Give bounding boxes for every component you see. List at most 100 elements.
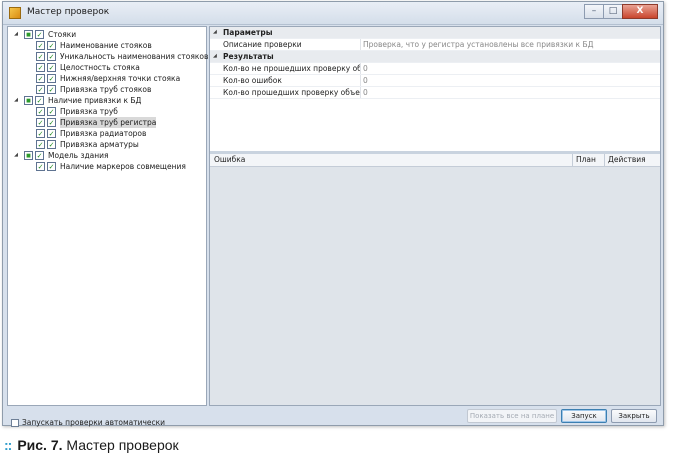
category-label: Параметры xyxy=(223,28,273,37)
auto-run-checkbox[interactable]: Запускать проверки автоматически xyxy=(11,412,165,431)
tree-checkbox[interactable]: ✓ xyxy=(47,140,56,149)
property-row[interactable]: Кол-во не прошедших проверку об... 0 xyxy=(210,63,660,75)
tree-item-node[interactable]: ✓ ✓ Привязка радиаторов xyxy=(8,128,206,139)
tree-group-node[interactable]: ◢ ■ ✓ Модель здания xyxy=(8,150,206,161)
tree-group-node[interactable]: ◢ ■ ✓ Наличие привязки к БД xyxy=(8,95,206,106)
tree-checkbox[interactable]: ✓ xyxy=(36,107,45,116)
property-row[interactable]: Кол-во ошибок 0 xyxy=(210,75,660,87)
caption-bullet-icon: :: xyxy=(4,437,12,453)
tree-node-label: Привязка труб стояков xyxy=(60,85,152,94)
category-label: Результаты xyxy=(223,52,274,61)
show-all-on-plan-button[interactable]: Показать все на плане xyxy=(467,409,557,423)
property-grid: ◢ Параметры Описание проверки Проверка, … xyxy=(210,27,660,151)
expand-triangle-icon[interactable]: ◢ xyxy=(12,95,20,106)
tree-node-label: Наличие маркеров совмещения xyxy=(60,162,186,171)
tree-node-label: Целостность стояка xyxy=(60,63,140,72)
tristate-checkbox-icon[interactable]: ■ xyxy=(24,151,33,160)
property-value: 0 xyxy=(363,64,368,73)
tree-checkbox[interactable]: ✓ xyxy=(36,118,45,127)
tree-node-label: Уникальность наименования стояков xyxy=(60,52,209,61)
collapse-triangle-icon[interactable]: ◢ xyxy=(213,27,217,38)
close-button[interactable]: Закрыть xyxy=(611,409,657,423)
tree-checkbox[interactable]: ✓ xyxy=(36,41,45,50)
tree-checkbox[interactable]: ✓ xyxy=(35,30,44,39)
tree-node-label: Нижняя/верхняя точки стояка xyxy=(60,74,181,83)
tree-item-node[interactable]: ✓ ✓ Наличие маркеров совмещения xyxy=(8,161,206,172)
tree-item-node[interactable]: ✓ ✓ Целостность стояка xyxy=(8,62,206,73)
tree-checkbox[interactable]: ✓ xyxy=(47,162,56,171)
tree-checkbox[interactable]: ✓ xyxy=(35,151,44,160)
tree-item-node[interactable]: ✓ ✓ Уникальность наименования стояков xyxy=(8,51,209,62)
tree-group-node[interactable]: ◢ ■ ✓ Стояки xyxy=(8,29,206,40)
minimize-button[interactable]: – xyxy=(584,4,604,19)
tree-checkbox[interactable]: ✓ xyxy=(36,129,45,138)
tree-item-node[interactable]: ✓ ✓ Привязка арматуры xyxy=(8,139,206,150)
column-divider xyxy=(360,63,361,74)
collapse-triangle-icon[interactable]: ◢ xyxy=(213,51,217,62)
column-header-error[interactable]: Ошибка xyxy=(214,154,245,166)
tree-node-label: Стояки xyxy=(48,30,77,39)
tree-checkbox[interactable]: ✓ xyxy=(36,162,45,171)
column-divider xyxy=(360,39,361,50)
window-title: Мастер проверок xyxy=(27,7,110,17)
column-divider xyxy=(360,75,361,86)
tree-item-node[interactable]: ✓ ✓ Привязка труб xyxy=(8,106,206,117)
errors-table-body xyxy=(210,167,660,405)
property-row[interactable]: Описание проверки Проверка, что у регист… xyxy=(210,39,660,51)
tree-item-node[interactable]: ✓ ✓ Привязка труб регистра xyxy=(8,117,206,128)
close-window-button[interactable]: X xyxy=(622,4,658,19)
tree-checkbox[interactable]: ✓ xyxy=(35,96,44,105)
column-header-actions[interactable]: Действия xyxy=(608,154,646,166)
title-bar: Мастер проверок – □ X xyxy=(3,2,663,25)
tree-checkbox[interactable]: ✓ xyxy=(36,74,45,83)
maximize-button[interactable]: □ xyxy=(603,4,623,19)
tree-checkbox[interactable]: ✓ xyxy=(47,118,56,127)
tree-checkbox[interactable]: ✓ xyxy=(36,140,45,149)
checkbox-box[interactable] xyxy=(11,418,19,427)
checks-tree: ◢ ■ ✓ Стояки ✓ ✓ Наименование стояков ✓ ✓ Уникаль… xyxy=(8,29,209,172)
tree-item-node[interactable]: ✓ ✓ Наименование стояков xyxy=(8,40,206,51)
figure-caption: :: Рис. 7. Мастер проверок xyxy=(4,437,179,453)
tree-node-label: Модель здания xyxy=(48,151,109,160)
window-controls: – □ X xyxy=(584,4,658,19)
column-header-plan[interactable]: План xyxy=(576,154,596,166)
tristate-checkbox-icon[interactable]: ■ xyxy=(24,96,33,105)
footer-bar: Запускать проверки автоматически Показат… xyxy=(7,408,661,427)
tree-checkbox[interactable]: ✓ xyxy=(36,85,45,94)
property-name: Кол-во прошедших проверку объек... xyxy=(223,88,361,97)
tree-item-node[interactable]: ✓ ✓ Нижняя/верхняя точки стояка xyxy=(8,73,206,84)
column-divider[interactable] xyxy=(604,154,605,166)
column-divider[interactable] xyxy=(572,154,573,166)
property-name: Описание проверки xyxy=(223,40,302,49)
run-button[interactable]: Запуск xyxy=(561,409,607,423)
category-parameters[interactable]: ◢ Параметры xyxy=(210,27,660,39)
tree-node-label: Привязка арматуры xyxy=(60,140,139,149)
expand-triangle-icon[interactable]: ◢ xyxy=(12,150,20,161)
details-panel: ◢ Параметры Описание проверки Проверка, … xyxy=(209,26,661,406)
tree-item-node[interactable]: ✓ ✓ Привязка труб стояков xyxy=(8,84,206,95)
property-row[interactable]: Кол-во прошедших проверку объек... 0 xyxy=(210,87,660,99)
app-icon xyxy=(9,7,21,19)
property-value: 0 xyxy=(363,88,368,97)
tristate-checkbox-icon[interactable]: ■ xyxy=(24,30,33,39)
category-results[interactable]: ◢ Результаты xyxy=(210,51,660,63)
property-name: Кол-во ошибок xyxy=(223,76,282,85)
figure-title: Мастер проверок xyxy=(66,437,179,453)
auto-run-label: Запускать проверки автоматически xyxy=(22,418,166,427)
tree-node-label: Привязка труб xyxy=(60,107,118,116)
errors-table-header: Ошибка План Действия xyxy=(210,154,660,167)
tree-checkbox[interactable]: ✓ xyxy=(47,63,56,72)
tree-node-label: Привязка радиаторов xyxy=(60,129,147,138)
tree-checkbox[interactable]: ✓ xyxy=(47,129,56,138)
tree-checkbox[interactable]: ✓ xyxy=(47,52,56,61)
expand-triangle-icon[interactable]: ◢ xyxy=(12,29,20,40)
tree-checkbox[interactable]: ✓ xyxy=(47,85,56,94)
tree-checkbox[interactable]: ✓ xyxy=(47,74,56,83)
figure-number: Рис. 7. xyxy=(17,437,63,453)
tree-checkbox[interactable]: ✓ xyxy=(36,63,45,72)
tree-checkbox[interactable]: ✓ xyxy=(47,107,56,116)
tree-node-label: Привязка труб регистра xyxy=(60,117,157,128)
tree-checkbox[interactable]: ✓ xyxy=(36,52,45,61)
property-value: 0 xyxy=(363,76,368,85)
tree-checkbox[interactable]: ✓ xyxy=(47,41,56,50)
